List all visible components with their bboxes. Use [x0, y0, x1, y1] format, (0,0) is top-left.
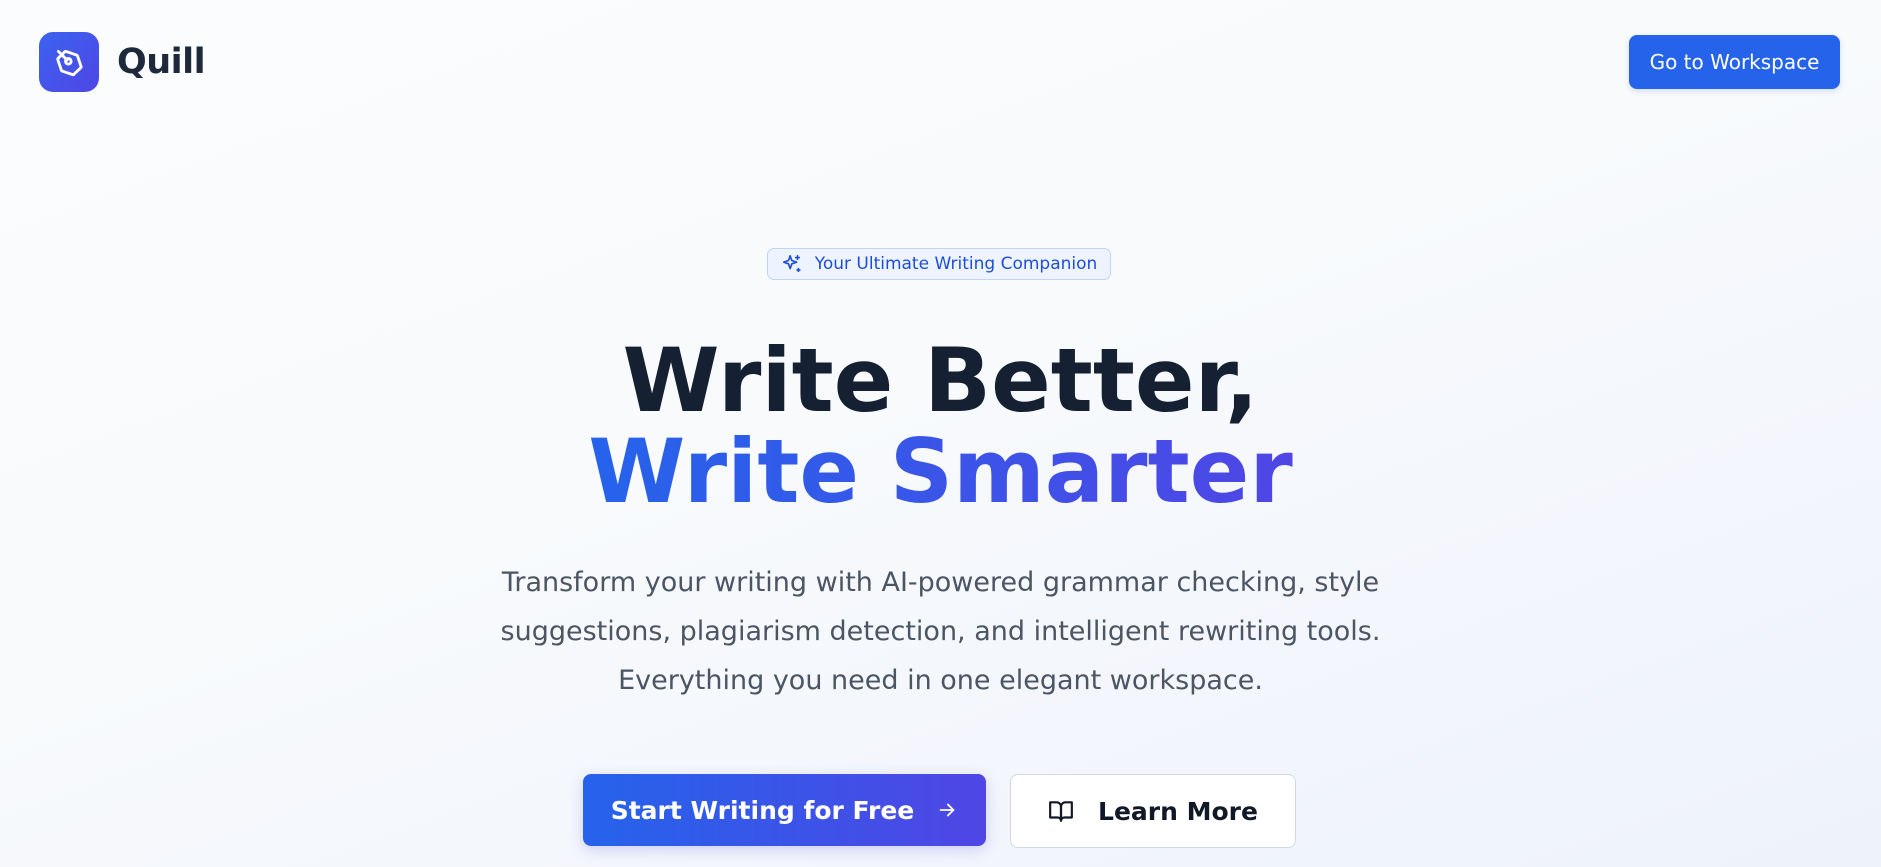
learn-more-button[interactable]: Learn More	[1010, 774, 1296, 848]
tagline-badge: Your Ultimate Writing Companion	[767, 248, 1111, 280]
brand-name: Quill	[117, 42, 206, 82]
brand-logo[interactable]: Quill	[39, 32, 206, 92]
start-writing-button[interactable]: Start Writing for Free	[583, 774, 986, 846]
go-to-workspace-button[interactable]: Go to Workspace	[1629, 35, 1840, 89]
hero-subtitle: Transform your writing with AI-powered g…	[500, 567, 1381, 696]
headline-secondary-text: Write Smarter	[588, 420, 1293, 523]
start-writing-label: Start Writing for Free	[610, 795, 915, 825]
headline-primary: Write Better,	[622, 329, 1259, 432]
book-open-icon	[1048, 798, 1074, 824]
learn-more-label: Learn More	[1098, 796, 1258, 826]
badge-label: Your Ultimate Writing Companion	[814, 254, 1098, 274]
arrow-right-icon	[936, 799, 958, 821]
pen-nib-icon	[39, 32, 99, 92]
headline-secondary: Write Smarter	[0, 426, 1881, 518]
sparkles-icon	[781, 253, 803, 275]
